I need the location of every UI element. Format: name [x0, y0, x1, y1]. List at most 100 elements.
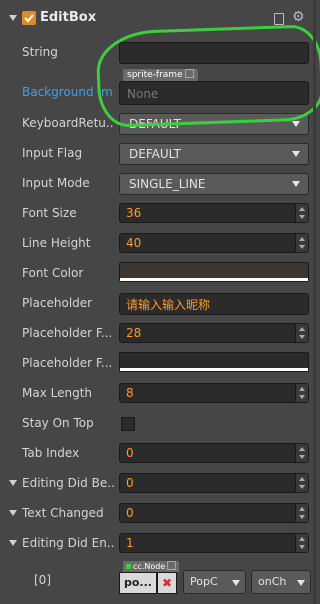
row-placeholder: Placeholder 请输入输入昵称	[0, 289, 316, 319]
handler-select[interactable]: onCh	[251, 570, 311, 594]
input-mode-label: Input Mode	[22, 176, 90, 190]
editing-did-end-label: Editing Did En...	[22, 536, 114, 550]
handler-value: onCh	[258, 575, 287, 588]
max-length-value: 8	[126, 386, 134, 400]
node-type-text: cc.Node	[133, 562, 166, 571]
alpha-bar	[120, 368, 308, 371]
text-changed-count[interactable]: 0	[119, 503, 309, 523]
max-length-label: Max Length	[22, 386, 93, 400]
component-title: EditBox	[40, 10, 97, 25]
expand-arrow-icon[interactable]	[9, 480, 17, 486]
input-mode-value: SINGLE_LINE	[129, 177, 206, 191]
row-editing-did-begin: Editing Did Be... 0	[0, 469, 316, 499]
row-max-length: Max Length 8	[0, 379, 316, 409]
row-font-color: Font Color	[0, 259, 316, 289]
keyboard-return-value: DEFAULT	[129, 117, 181, 131]
row-line-height: Line Height 40	[0, 229, 316, 259]
stepper-icon[interactable]	[295, 534, 308, 552]
keyboard-return-label: KeyboardRetu...	[22, 116, 114, 130]
row-string: String	[0, 38, 316, 68]
scrollbar[interactable]	[313, 0, 316, 604]
font-size-value: 36	[126, 206, 142, 220]
input-mode-select[interactable]: SINGLE_LINE	[119, 173, 309, 195]
editing-did-end-value: 1	[126, 536, 134, 550]
alpha-bar	[120, 278, 308, 281]
line-height-input[interactable]: 40	[119, 233, 309, 253]
row-stay-on-top: Stay On Top	[0, 409, 316, 439]
asset-type-text: sprite-frame	[127, 70, 183, 80]
editing-did-end-count[interactable]: 1	[119, 533, 309, 553]
row-editing-did-end: Editing Did En... 1	[0, 529, 316, 559]
text-changed-value: 0	[126, 506, 134, 520]
string-label: String	[22, 45, 58, 59]
settings-gear-icon[interactable]: ⚙	[292, 9, 305, 25]
chevron-down-icon	[292, 151, 300, 157]
remove-node-button[interactable]: ✖	[157, 572, 177, 594]
stepper-icon[interactable]	[295, 504, 308, 522]
string-input[interactable]	[119, 42, 309, 64]
input-flag-value: DEFAULT	[129, 147, 181, 161]
component-select[interactable]: PopC	[183, 570, 246, 594]
font-size-input[interactable]: 36	[119, 203, 309, 223]
line-height-value: 40	[126, 236, 142, 250]
editing-did-begin-label: Editing Did Be...	[22, 476, 114, 490]
chevron-down-icon	[292, 181, 300, 187]
placeholder-input[interactable]: 请输入输入昵称	[119, 293, 309, 315]
tab-index-label: Tab Index	[22, 446, 80, 460]
editing-did-begin-value: 0	[126, 476, 134, 490]
node-type-tag: cc.Node	[123, 561, 180, 572]
expand-arrow-icon[interactable]	[9, 540, 17, 546]
text-changed-label: Text Changed	[22, 506, 104, 520]
line-height-label: Line Height	[22, 236, 91, 250]
expand-arrow-icon[interactable]	[9, 510, 17, 516]
chevron-down-icon	[232, 580, 240, 586]
placeholder-font-color-swatch[interactable]	[119, 352, 309, 372]
event-index-label: [0]	[34, 573, 51, 587]
help-book-icon[interactable]	[274, 13, 284, 25]
stay-on-top-checkbox[interactable]	[121, 417, 135, 431]
node-dot-icon	[126, 564, 131, 569]
stepper-icon[interactable]	[295, 444, 308, 462]
font-color-swatch[interactable]	[119, 262, 309, 282]
stepper-icon[interactable]	[295, 324, 308, 342]
keyboard-return-select[interactable]: DEFAULT	[119, 113, 309, 135]
row-placeholder-font-size: Placeholder F... 28	[0, 319, 316, 349]
external-link-icon[interactable]	[167, 561, 177, 570]
row-input-mode: Input Mode SINGLE_LINE	[0, 169, 316, 199]
row-text-changed: Text Changed 0	[0, 499, 316, 529]
placeholder-font-size-label: Placeholder F...	[22, 326, 113, 340]
stepper-icon[interactable]	[295, 204, 308, 222]
component-value: PopC	[190, 575, 218, 588]
input-flag-select[interactable]: DEFAULT	[119, 143, 309, 165]
row-font-size: Font Size 36	[0, 199, 316, 229]
checkmark-icon	[24, 14, 34, 23]
font-color-label: Font Color	[22, 266, 84, 280]
editing-did-begin-count[interactable]: 0	[119, 473, 309, 493]
tab-index-value: 0	[126, 446, 134, 460]
max-length-input[interactable]: 8	[119, 383, 309, 403]
row-input-flag: Input Flag DEFAULT	[0, 139, 316, 169]
stepper-icon[interactable]	[295, 234, 308, 252]
placeholder-font-color-label: Placeholder F...	[22, 356, 113, 370]
background-image-field[interactable]: None	[119, 81, 309, 105]
placeholder-font-size-input[interactable]: 28	[119, 323, 309, 343]
stepper-icon[interactable]	[295, 384, 308, 402]
chevron-down-icon	[292, 121, 300, 127]
external-link-icon[interactable]	[184, 69, 194, 78]
target-node-field[interactable]: po...	[119, 572, 157, 594]
stepper-icon[interactable]	[295, 474, 308, 492]
row-placeholder-font-color: Placeholder F...	[0, 349, 316, 379]
chevron-down-icon	[297, 580, 305, 586]
stay-on-top-label: Stay On Top	[22, 416, 94, 430]
enabled-checkbox[interactable]	[22, 11, 36, 25]
row-keyboard-return: KeyboardRetu... DEFAULT	[0, 109, 316, 139]
background-image-label: Background Im...	[22, 85, 114, 99]
placeholder-label: Placeholder	[22, 296, 93, 310]
tab-index-input[interactable]: 0	[119, 443, 309, 463]
collapse-arrow-icon[interactable]	[9, 15, 17, 21]
input-flag-label: Input Flag	[22, 146, 83, 160]
row-tab-index: Tab Index 0	[0, 439, 316, 469]
font-size-label: Font Size	[22, 206, 77, 220]
component-header: EditBox ⚙	[0, 0, 316, 38]
placeholder-font-size-value: 28	[126, 326, 142, 340]
